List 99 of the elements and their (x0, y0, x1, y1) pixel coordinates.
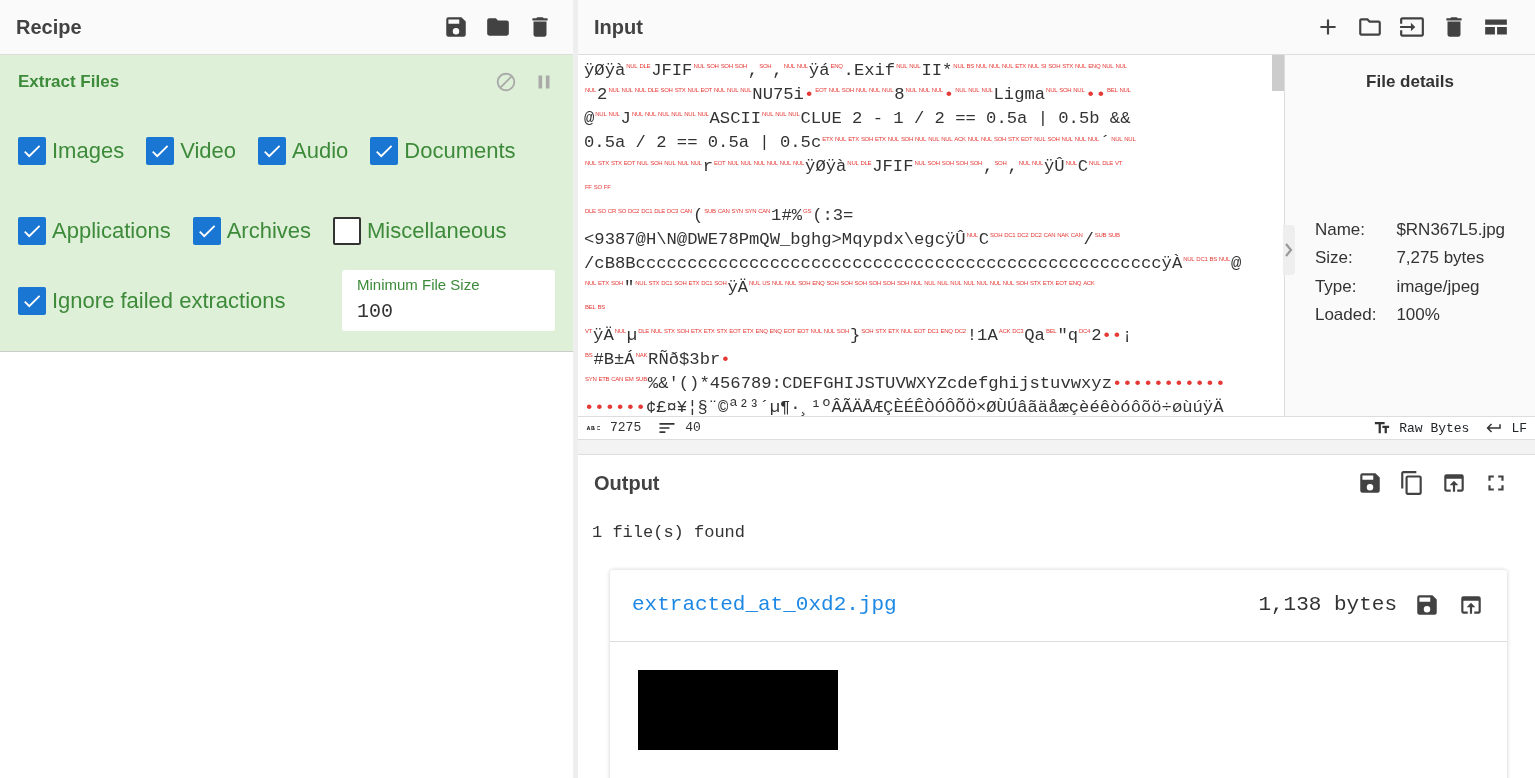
editor-text: , (772, 61, 783, 80)
checkbox[interactable] (258, 136, 287, 165)
editor-text: NU75i (752, 85, 804, 105)
editor-text: %&'()*456789:CDEFGHIJSTUVWXYZcdefghijstuvwxyz (647, 374, 1112, 394)
editor-text: 1#% (771, 205, 803, 225)
field-label: Minimum File Size (357, 275, 481, 296)
editor-text: ÿÄ (593, 326, 614, 346)
field-input[interactable]: 100 (357, 296, 540, 327)
editor-text: ¢£¤¥¦§¨©ª²³´µ¶·¸¹ºÂÃÄÅÆÇÈÉÊÒÓÔÕÖ×ØÙÚâãäåæçèéêòóôõö÷øùúÿÄ (645, 398, 1224, 416)
recipe-title: Recipe (16, 15, 82, 40)
detail-label: Type: (1314, 275, 1358, 298)
editor-text: .Exif (843, 61, 896, 80)
editor-text: , (983, 157, 994, 177)
checkbox[interactable] (146, 136, 175, 165)
editor-text: ( (692, 205, 704, 225)
invalid-byte-marker: •• (1085, 85, 1107, 105)
invalid-byte-marker: •• (1101, 326, 1123, 346)
editor-text: ÿÄ (727, 277, 749, 297)
checkbox[interactable] (370, 136, 399, 165)
editor-text: #B±Á (593, 350, 635, 370)
detail-value: 7,275 bytes (1396, 247, 1486, 269)
character-count: 7275 (610, 419, 642, 438)
detail-value: image/jpeg (1396, 275, 1481, 298)
output-title: Output (594, 470, 660, 496)
editor-text: , (747, 61, 759, 80)
file-size: 1,138 bytes (1258, 592, 1397, 619)
save-icon (443, 14, 469, 40)
editor-text: @ (1230, 253, 1242, 273)
output-text: 1 file(s) found (591, 522, 747, 544)
editor-text: ÿá (808, 61, 830, 80)
editor-text: C (1077, 157, 1089, 177)
invalid-byte-marker: ••••••••••• (1112, 374, 1226, 394)
editor-text: 2 (597, 85, 608, 105)
editor-text: Ligma (993, 85, 1046, 105)
scrollbar-thumb[interactable] (1272, 55, 1284, 91)
editor-text: µ (626, 326, 638, 346)
editor-text: ASCII (709, 109, 762, 129)
checkbox-label: Miscellaneous (367, 217, 507, 245)
checkbox-label: Archives (226, 217, 311, 245)
operation-title: Extract Files (18, 71, 120, 93)
input-title: Input (594, 15, 643, 40)
editor-text: 8 (894, 85, 905, 105)
import-icon (1399, 14, 1425, 40)
detail-value: $RN367L5.jpg (1396, 218, 1506, 241)
min-file-size-field[interactable]: Minimum File Size 100 (342, 270, 555, 331)
editor-text: !1A (966, 326, 998, 346)
checkbox-label: Documents (404, 137, 516, 165)
editor-text: Qa (1024, 326, 1045, 346)
checkbox-label: Applications (52, 217, 171, 245)
editor-text: 2 (1091, 326, 1102, 346)
invalid-byte-marker: •••••• (584, 398, 646, 416)
editor-text: / (1083, 229, 1094, 249)
editor-text: /cB8BcccccccccccccccccccccccccccccccccccccccccccccccccccÿÀ (584, 253, 1183, 273)
checkbox[interactable] (333, 216, 361, 245)
detail-label: Name: (1314, 218, 1366, 241)
editor-text: C (978, 229, 990, 249)
file-details-title: File details (1366, 71, 1454, 93)
detail-label: Size: (1314, 247, 1354, 269)
editor-text: ÿÛ (1044, 157, 1065, 177)
editor-text: (:3= (812, 205, 854, 225)
line-ending-button[interactable]: LF (1485, 419, 1527, 437)
checkbox-label: Images (52, 137, 125, 165)
invalid-byte-marker: • (720, 350, 731, 370)
invalid-byte-marker: • (803, 85, 815, 105)
editor-text: CLUE 2 - 1 / 2 == 0.5a | 0.5b && (800, 109, 1131, 129)
editor-text: J (620, 109, 631, 129)
checkbox-label: Ignore failed extractions (52, 287, 286, 315)
editor-text: 0.5a / 2 == 0.5a | 0.5c (584, 133, 822, 153)
checkbox[interactable] (192, 216, 221, 245)
invalid-byte-marker: • (943, 85, 955, 105)
detail-label: Loaded: (1314, 304, 1377, 326)
editor-text: ´ (1099, 133, 1111, 153)
copy-icon (1399, 469, 1425, 496)
detail-value: 100% (1396, 304, 1441, 326)
editor-text: JFIF (651, 61, 693, 80)
save-icon (1414, 592, 1440, 618)
editor-text: JFIF (872, 157, 914, 177)
checkbox[interactable] (18, 286, 46, 315)
file-name-link[interactable]: extracted_at_0xd2.jpg (632, 589, 897, 621)
checkbox[interactable] (18, 216, 46, 245)
line-count: 40 (685, 419, 701, 438)
chevron-icon (1285, 243, 1293, 257)
editor-text: ¡ (1122, 326, 1133, 346)
editor-text: II* (921, 61, 953, 80)
editor-text: r (702, 157, 713, 177)
checkbox-label: Video (180, 137, 237, 165)
editor-text: ÿØÿà (584, 61, 626, 80)
checkbox-label: Audio (292, 137, 349, 165)
editor-text: @ (584, 109, 595, 129)
editor-text: , (1007, 157, 1018, 177)
encoding-button[interactable]: Raw Bytes (1373, 419, 1470, 437)
editor-text: <9387@H\N@DWE78PmQW_bghg>Mqypdx\egcÿÛ (584, 229, 966, 249)
editor-text: " (624, 277, 635, 297)
editor-text: RÑð$3br (648, 350, 721, 370)
editor-text: ÿØÿà (805, 157, 847, 177)
disable-icon (495, 70, 517, 93)
checkbox[interactable] (18, 136, 46, 165)
editor-text: } (849, 326, 861, 346)
editor-text: "q (1057, 326, 1079, 346)
